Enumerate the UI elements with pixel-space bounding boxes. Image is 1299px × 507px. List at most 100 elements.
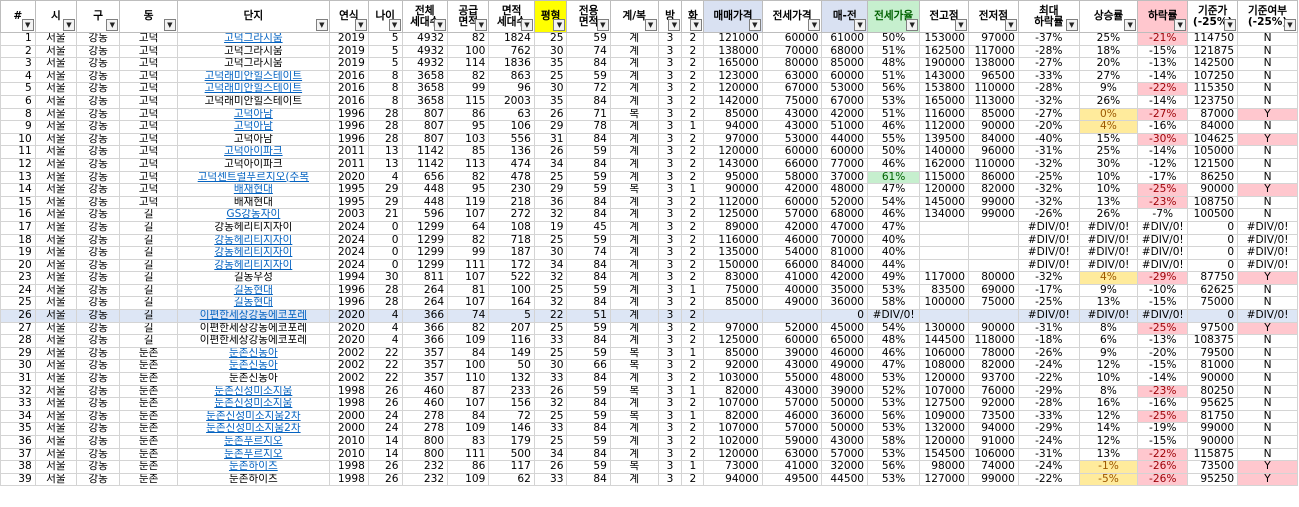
table-cell[interactable]: 둔촌 bbox=[119, 460, 178, 474]
table-cell[interactable]: -32% bbox=[1017, 157, 1080, 172]
table-cell[interactable]: 26% bbox=[1078, 94, 1139, 109]
table-cell[interactable]: 90000 bbox=[967, 321, 1019, 336]
table-cell[interactable]: 162000 bbox=[919, 157, 969, 172]
table-cell[interactable]: 강동 bbox=[75, 334, 121, 348]
table-cell[interactable]: 계 bbox=[609, 82, 659, 96]
table-cell[interactable]: 82 bbox=[447, 69, 490, 84]
table-cell[interactable]: 366 bbox=[401, 309, 449, 323]
table-cell[interactable]: 22 bbox=[367, 359, 403, 374]
table-cell[interactable]: 3 bbox=[657, 132, 683, 147]
table-row[interactable]: 34 서울 강동 둔촌 둔촌신성미소지움2차 2000 24 278 84 72 25 59 복 3 1 82… bbox=[0, 409, 1298, 424]
table-cell[interactable]: 둔촌 bbox=[119, 472, 178, 487]
table-cell[interactable]: 138000 bbox=[703, 44, 763, 59]
table-row[interactable]: 2 서울 강동 고덕 고덕그라시움 2019 5 4932 100 762 30 74 계 3 2 13800… bbox=[0, 44, 1298, 59]
table-cell[interactable]: 23 bbox=[0, 271, 36, 285]
table-cell[interactable]: 강동 bbox=[75, 321, 121, 336]
table-cell[interactable]: 32 bbox=[533, 208, 568, 222]
table-cell[interactable]: 85000 bbox=[967, 107, 1019, 122]
table-cell[interactable]: 21 bbox=[367, 208, 403, 222]
table-cell[interactable]: 29 bbox=[533, 183, 568, 197]
table-cell[interactable]: 0 bbox=[1187, 246, 1239, 260]
table-cell[interactable]: 800 bbox=[401, 447, 449, 462]
table-cell[interactable]: 103000 bbox=[703, 372, 763, 386]
table-cell[interactable]: 83000 bbox=[703, 271, 763, 285]
table-cell[interactable]: 고덕래미안힐스테이트 bbox=[176, 82, 330, 96]
table-cell[interactable]: 둔촌 bbox=[119, 435, 178, 449]
table-cell[interactable]: 31 bbox=[533, 132, 568, 147]
table-cell[interactable] bbox=[967, 220, 1019, 235]
table-cell[interactable]: 42000 bbox=[821, 107, 869, 122]
table-cell[interactable]: -13% bbox=[1137, 334, 1189, 348]
table-cell[interactable]: 2003 bbox=[488, 94, 535, 109]
table-cell[interactable]: 1 bbox=[681, 183, 705, 197]
table-cell[interactable]: 30 bbox=[533, 246, 568, 260]
table-cell[interactable]: 4932 bbox=[401, 44, 449, 59]
table-row[interactable]: 30 서울 강동 둔촌 둔촌신동아 2002 22 357 100 50 30 66 복 3 2 92000 4… bbox=[0, 359, 1298, 374]
table-cell[interactable]: N bbox=[1237, 283, 1298, 298]
table-cell[interactable]: 116000 bbox=[919, 107, 969, 122]
table-cell[interactable]: 86 bbox=[447, 107, 490, 122]
table-cell[interactable]: N bbox=[1237, 409, 1298, 424]
table-cell[interactable]: 83 bbox=[447, 435, 490, 449]
table-cell[interactable]: 강동 bbox=[75, 283, 121, 298]
table-cell[interactable]: 76000 bbox=[967, 384, 1019, 399]
table-cell[interactable]: N bbox=[1237, 346, 1298, 361]
table-row[interactable]: 23 서울 강동 길 길동우성 1994 30 811 107 522 32 84 계 3 2 83000 41… bbox=[0, 271, 1298, 285]
table-cell[interactable]: Y bbox=[1237, 472, 1298, 487]
table-cell[interactable]: 0 bbox=[1187, 258, 1239, 273]
table-cell[interactable]: 53000 bbox=[821, 82, 869, 96]
table-cell[interactable]: 2 bbox=[681, 145, 705, 159]
table-cell[interactable]: 45 bbox=[566, 220, 611, 235]
table-cell[interactable]: 120000 bbox=[703, 447, 763, 462]
table-cell[interactable]: 29 bbox=[0, 346, 36, 361]
table-cell[interactable]: 28 bbox=[367, 132, 403, 147]
table-cell[interactable]: 90000 bbox=[1187, 183, 1239, 197]
table-cell[interactable]: 120000 bbox=[703, 82, 763, 96]
table-cell[interactable]: 서울 bbox=[34, 57, 77, 71]
table-cell[interactable]: 80000 bbox=[967, 271, 1019, 285]
table-cell[interactable]: 57000 bbox=[821, 447, 869, 462]
table-cell[interactable]: 95250 bbox=[1187, 472, 1239, 487]
table-cell[interactable]: 99 bbox=[447, 82, 490, 96]
table-cell[interactable]: 2002 bbox=[328, 372, 369, 386]
table-cell[interactable]: 94000 bbox=[967, 422, 1019, 436]
table-cell[interactable]: 130000 bbox=[919, 321, 969, 336]
table-cell[interactable]: 서울 bbox=[34, 208, 77, 222]
table-cell[interactable]: 84 bbox=[447, 346, 490, 361]
table-cell[interactable]: -14% bbox=[1137, 69, 1189, 84]
table-cell[interactable]: 강동 bbox=[75, 94, 121, 109]
table-cell[interactable]: 서울 bbox=[34, 296, 77, 311]
table-cell[interactable]: 74000 bbox=[967, 460, 1019, 474]
table-cell[interactable]: 22 bbox=[367, 346, 403, 361]
table-cell[interactable]: 2 bbox=[681, 208, 705, 222]
table-row[interactable]: 37 서울 강동 둔촌 둔촌푸르지오 2010 14 800 111 500 34 84 계 3 2 1200… bbox=[0, 447, 1298, 462]
table-cell[interactable]: 36000 bbox=[821, 296, 869, 311]
table-cell[interactable]: -29% bbox=[1137, 271, 1189, 285]
table-cell[interactable]: 2020 bbox=[328, 309, 369, 323]
table-cell[interactable]: 3 bbox=[657, 435, 683, 449]
table-cell[interactable]: 556 bbox=[488, 132, 535, 147]
table-cell[interactable]: 3 bbox=[657, 472, 683, 487]
table-cell[interactable]: 0% bbox=[1078, 107, 1139, 122]
table-cell[interactable]: 95 bbox=[447, 183, 490, 197]
table-cell[interactable]: 2 bbox=[681, 472, 705, 487]
table-cell[interactable]: 143000 bbox=[703, 157, 763, 172]
table-cell[interactable]: 73500 bbox=[1187, 460, 1239, 474]
table-cell[interactable]: -26% bbox=[1137, 472, 1189, 487]
table-cell[interactable]: 50% bbox=[867, 32, 921, 46]
table-cell[interactable]: 2003 bbox=[328, 208, 369, 222]
table-cell[interactable]: 70000 bbox=[821, 233, 869, 248]
table-cell[interactable]: 28 bbox=[367, 283, 403, 298]
table-cell[interactable]: 14% bbox=[1078, 422, 1139, 436]
table-cell[interactable]: 서울 bbox=[34, 384, 77, 399]
table-cell[interactable]: 강동 bbox=[75, 346, 121, 361]
table-cell[interactable]: 강동헤리티지자이 bbox=[176, 258, 330, 273]
filter-dropdown-icon[interactable]: ▼ bbox=[808, 19, 821, 31]
table-cell[interactable]: 3658 bbox=[401, 82, 449, 96]
table-cell[interactable]: 474 bbox=[488, 157, 535, 172]
table-cell[interactable] bbox=[919, 309, 969, 323]
table-cell[interactable]: 107000 bbox=[703, 397, 763, 411]
table-cell[interactable]: 계 bbox=[609, 57, 659, 71]
table-cell[interactable]: 서울 bbox=[34, 69, 77, 84]
table-cell[interactable]: 100 bbox=[488, 283, 535, 298]
